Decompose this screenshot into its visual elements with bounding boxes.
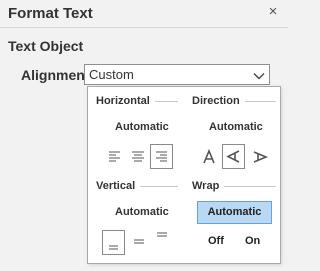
horizontal-value: Automatic (115, 121, 169, 133)
text-left-icon[interactable] (222, 144, 245, 169)
alignment-dropdown[interactable]: Custom (84, 64, 270, 85)
align-middle-icon[interactable] (128, 231, 150, 253)
direction-value: Automatic (209, 121, 263, 133)
panel-title: Format Text (8, 5, 93, 22)
align-right-icon[interactable] (150, 144, 173, 169)
divider (138, 186, 178, 187)
horizontal-group-label: Horizontal (96, 95, 155, 107)
align-center-icon[interactable] (128, 146, 150, 168)
chevron-down-icon (253, 69, 265, 87)
text-up-icon[interactable] (198, 146, 220, 168)
wrap-on-option[interactable]: On (245, 235, 260, 247)
align-left-icon[interactable] (105, 146, 127, 168)
format-text-panel: Format Text × Text Object Alignment: Cus… (0, 0, 288, 271)
align-top-icon[interactable] (151, 228, 173, 250)
align-bottom-icon[interactable] (102, 230, 125, 255)
wrap-off-option[interactable]: Off (208, 235, 224, 247)
divider (240, 101, 276, 102)
alignment-popup: Horizontal Automatic Direction Automatic… (87, 86, 281, 264)
close-icon[interactable]: × (266, 3, 280, 21)
section-title: Text Object (8, 38, 84, 54)
wrap-automatic-button[interactable]: Automatic (197, 201, 272, 224)
divider (216, 186, 276, 187)
alignment-dropdown-value: Custom (89, 67, 134, 82)
vertical-value: Automatic (115, 206, 169, 218)
vertical-group-label: Vertical (96, 180, 141, 192)
panel-header: Format Text × (0, 0, 288, 28)
wrap-group-label: Wrap (192, 180, 225, 192)
direction-group-label: Direction (192, 95, 245, 107)
text-down-icon[interactable] (249, 146, 271, 168)
